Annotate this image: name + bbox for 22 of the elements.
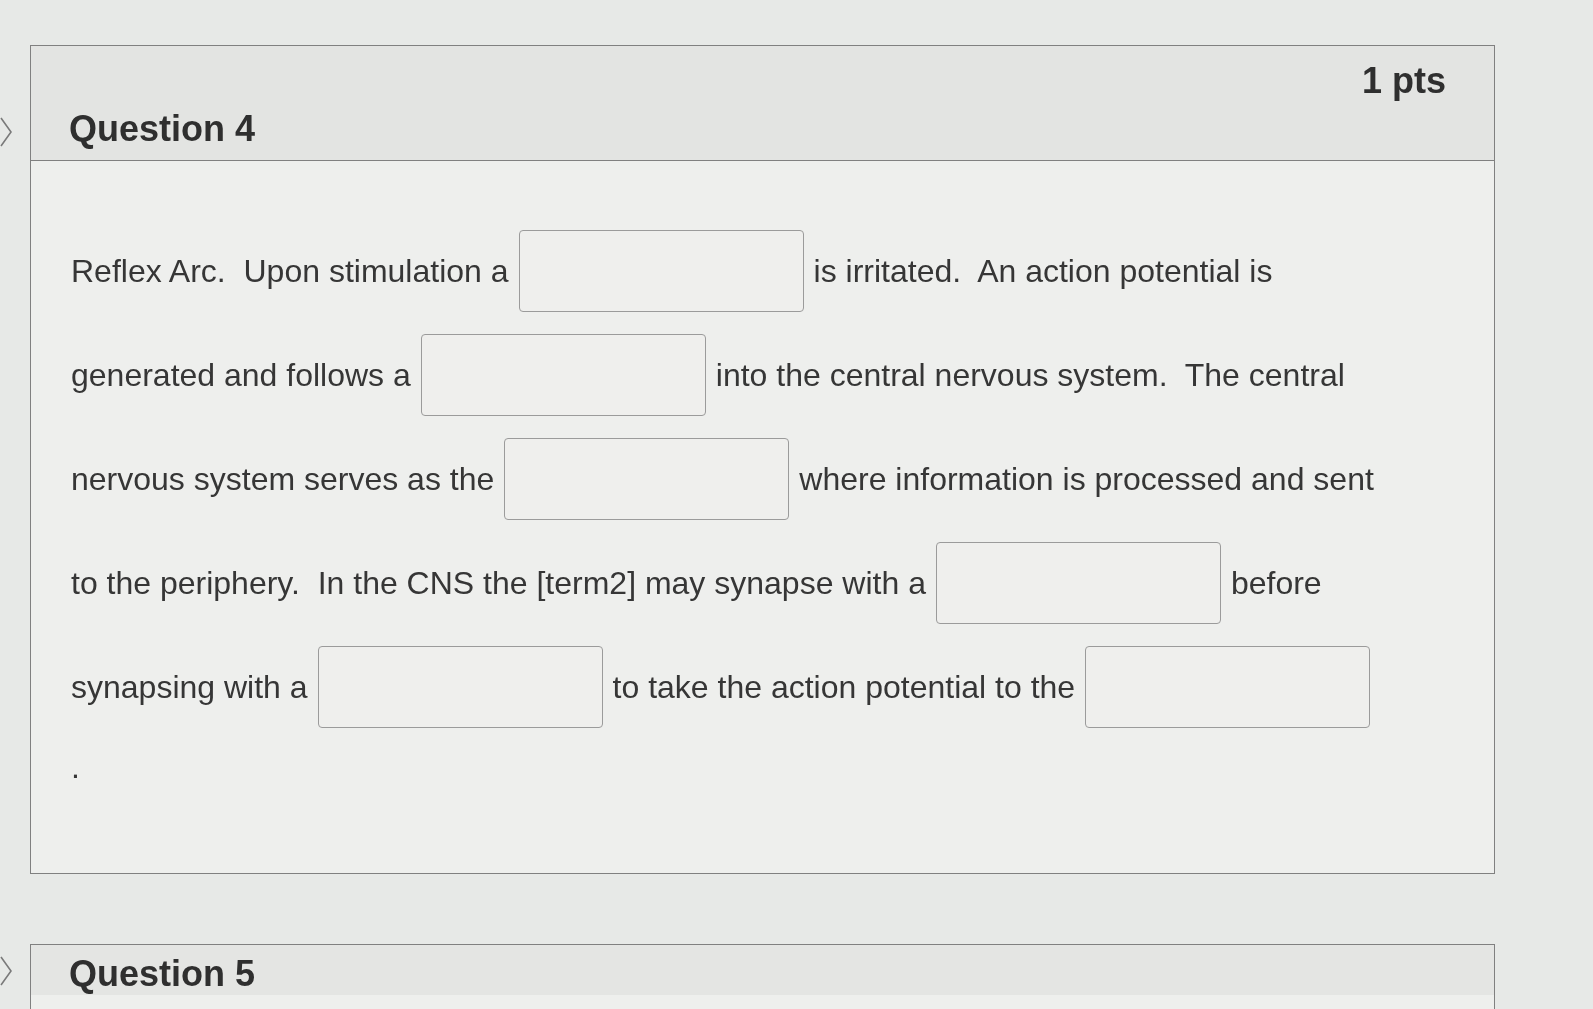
question-text: into the central nervous system. The central xyxy=(715,356,1345,394)
answer-box[interactable] xyxy=(935,542,1221,624)
answer-box[interactable] xyxy=(317,646,603,728)
question-text: nervous system serves as the xyxy=(71,460,495,498)
question-title: Question 5 xyxy=(69,953,256,995)
chevron-icon[interactable] xyxy=(0,956,12,986)
question-text: before xyxy=(1230,564,1322,602)
answer-box[interactable] xyxy=(420,334,706,416)
question-text: is irritated. An action potential is xyxy=(813,252,1273,290)
question-text: . xyxy=(71,748,80,786)
question-text: to take the action potential to the xyxy=(612,668,1076,706)
question-text: generated and follows a xyxy=(71,356,411,394)
question-text: where information is processed and sent xyxy=(799,460,1374,498)
chevron-icon[interactable] xyxy=(0,117,12,147)
question-text: Reflex Arc. Upon stimulation a xyxy=(71,252,509,290)
answer-box[interactable] xyxy=(504,438,790,520)
answer-box[interactable] xyxy=(1085,646,1371,728)
question-title: Question 4 xyxy=(69,108,256,150)
question-text: synapsing with a xyxy=(71,668,308,706)
answer-box[interactable] xyxy=(518,230,804,312)
points-label: 1 pts xyxy=(1361,60,1446,102)
question-text: to the periphery. In the CNS the [term2] may synapse with a xyxy=(71,564,926,602)
